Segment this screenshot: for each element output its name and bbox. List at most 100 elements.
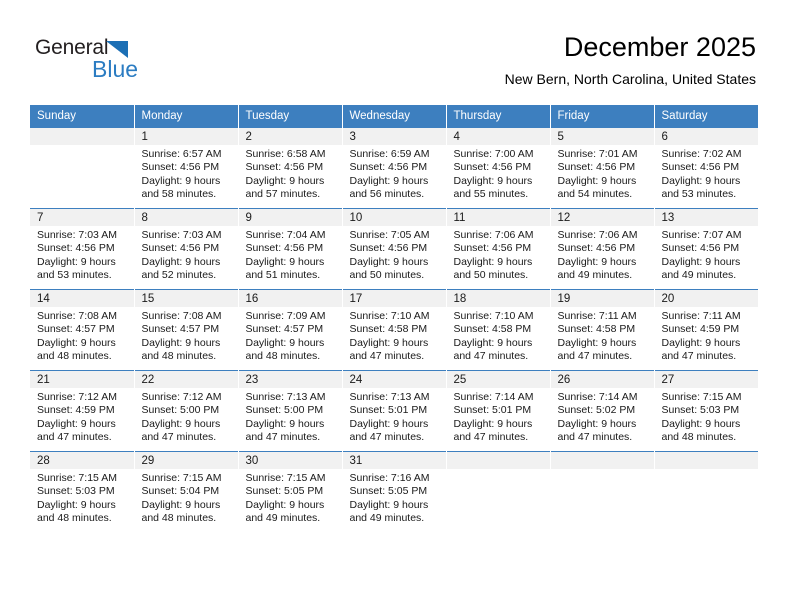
calendar-day-cell[interactable]: 27 Sunrise: 7:15 AM Sunset: 5:03 PM Dayligh… (654, 370, 759, 452)
day-number: 18 (446, 290, 550, 307)
calendar-day-cell[interactable]: 16 Sunrise: 7:09 AM Sunset: 4:57 PM Dayligh… (238, 289, 343, 371)
daylight-duration: Daylight: 9 hours (661, 255, 741, 268)
sunrise-time: Sunrise: 7:13 AM (245, 391, 326, 403)
day-details (551, 469, 654, 472)
sunset-time: Sunset: 4:56 PM (661, 161, 740, 174)
sunrise-time: Sunrise: 7:06 AM (557, 229, 638, 241)
calendar-day-cell[interactable]: 4 Sunrise: 7:00 AM Sunset: 4:56 PM Daylight… (446, 127, 551, 209)
sunrise-time: Sunrise: 7:12 AM (141, 391, 222, 403)
calendar-cell-inner (446, 452, 550, 532)
day-details: Sunrise: 7:02 AM Sunset: 4:56 PM Daylight:… (655, 145, 759, 202)
day-number: 28 (30, 452, 134, 469)
calendar-day-cell[interactable]: 23 Sunrise: 7:13 AM Sunset: 5:00 PM Dayligh… (238, 370, 343, 452)
calendar-cell-inner: 16 Sunrise: 7:09 AM Sunset: 4:57 PM Dayligh… (238, 290, 342, 370)
day-number: 22 (134, 371, 238, 388)
sunset-time: Sunset: 4:56 PM (557, 242, 636, 255)
calendar-cell-inner: 18 Sunrise: 7:10 AM Sunset: 4:58 PM Dayligh… (446, 290, 550, 370)
sunset-time: Sunset: 4:57 PM (245, 323, 324, 336)
calendar-day-cell[interactable]: 20 Sunrise: 7:11 AM Sunset: 4:59 PM Dayligh… (654, 289, 758, 371)
daylight-duration: Daylight: 9 hours (245, 255, 325, 268)
calendar-day-cell[interactable]: 12 Sunrise: 7:06 AM Sunset: 4:56 PM Dayligh… (550, 208, 655, 290)
day-number: 30 (238, 452, 342, 469)
calendar-day-cell[interactable]: 8 Sunrise: 7:03 AM Sunset: 4:56 PM Daylight… (134, 208, 239, 290)
calendar-day-cell[interactable]: 2 Sunrise: 6:58 AM Sunset: 4:56 PM Daylight… (238, 127, 343, 209)
calendar-day-cell[interactable]: 28 Sunrise: 7:15 AM Sunset: 5:03 PM Dayligh… (30, 451, 135, 532)
day-number: 3 (342, 128, 446, 145)
day-details: Sunrise: 7:15 AM Sunset: 5:03 PM Daylight:… (655, 388, 759, 445)
calendar-header-row: Sunday Monday Tuesday Wednesday Thursday… (30, 105, 758, 128)
sunrise-time: Sunrise: 7:15 AM (245, 472, 326, 484)
day-number: 24 (342, 371, 446, 388)
daylight-duration: Daylight: 9 hours (661, 174, 741, 187)
calendar-cell-inner: 3 Sunrise: 6:59 AM Sunset: 4:56 PM Daylight… (342, 128, 446, 208)
calendar-day-cell[interactable]: 22 Sunrise: 7:12 AM Sunset: 5:00 PM Dayligh… (134, 370, 239, 452)
daylight-duration: Daylight: 9 hours (349, 255, 429, 268)
calendar-day-cell[interactable]: 26 Sunrise: 7:14 AM Sunset: 5:02 PM Dayligh… (550, 370, 655, 452)
sunset-time: Sunset: 5:05 PM (349, 485, 428, 498)
sunset-time: Sunset: 5:04 PM (141, 485, 220, 498)
daylight-duration-cont: and 58 minutes. (141, 188, 217, 201)
day-number: 9 (238, 209, 342, 226)
calendar-cell-inner: 19 Sunrise: 7:11 AM Sunset: 4:58 PM Dayligh… (550, 290, 654, 370)
daylight-duration-cont: and 49 minutes. (245, 512, 321, 525)
daylight-duration: Daylight: 9 hours (141, 174, 221, 187)
sunrise-time: Sunrise: 7:03 AM (37, 229, 117, 241)
sunrise-time: Sunrise: 7:08 AM (141, 310, 222, 322)
sunrise-time: Sunrise: 6:57 AM (141, 148, 222, 160)
calendar-day-cell[interactable]: 25 Sunrise: 7:14 AM Sunset: 5:01 PM Dayligh… (446, 370, 551, 452)
sunrise-time: Sunrise: 7:04 AM (245, 229, 326, 241)
calendar-cell-inner: 1 Sunrise: 6:57 AM Sunset: 4:56 PM Daylight… (134, 128, 238, 208)
calendar-day-cell[interactable]: 10 Sunrise: 7:05 AM Sunset: 4:56 PM Dayligh… (342, 208, 447, 290)
calendar-day-cell[interactable]: 19 Sunrise: 7:11 AM Sunset: 4:58 PM Dayligh… (550, 289, 655, 371)
daylight-duration: Daylight: 9 hours (349, 498, 429, 511)
sunset-time: Sunset: 5:05 PM (245, 485, 324, 498)
day-number: 2 (238, 128, 342, 145)
sunrise-time: Sunrise: 7:13 AM (349, 391, 430, 403)
calendar-day-cell[interactable]: 29 Sunrise: 7:15 AM Sunset: 5:04 PM Dayligh… (134, 451, 239, 532)
sunset-time: Sunset: 5:03 PM (661, 404, 740, 417)
sunset-time: Sunset: 4:59 PM (661, 323, 740, 336)
daylight-duration: Daylight: 9 hours (349, 174, 429, 187)
day-number: 23 (238, 371, 342, 388)
calendar-day-cell[interactable]: 1 Sunrise: 6:57 AM Sunset: 4:56 PM Daylight… (134, 127, 239, 209)
calendar-day-cell[interactable]: 21 Sunrise: 7:12 AM Sunset: 4:59 PM Dayligh… (30, 370, 135, 452)
sunset-time: Sunset: 4:56 PM (141, 161, 220, 174)
calendar-day-cell[interactable]: 3 Sunrise: 6:59 AM Sunset: 4:56 PM Daylight… (342, 127, 447, 209)
daylight-duration: Daylight: 9 hours (245, 417, 325, 430)
calendar-day-cell[interactable]: 9 Sunrise: 7:04 AM Sunset: 4:56 PM Daylight… (238, 208, 343, 290)
calendar-day-cell[interactable]: 11 Sunrise: 7:06 AM Sunset: 4:56 PM Dayligh… (446, 208, 551, 290)
generalblue-logo[interactable]: General Blue (35, 36, 195, 84)
calendar-day-cell[interactable]: 15 Sunrise: 7:08 AM Sunset: 4:57 PM Dayligh… (134, 289, 239, 371)
daylight-duration-cont: and 50 minutes. (453, 269, 529, 282)
calendar-day-cell[interactable]: 24 Sunrise: 7:13 AM Sunset: 5:01 PM Dayligh… (342, 370, 447, 452)
day-number: 15 (134, 290, 238, 307)
daylight-duration: Daylight: 9 hours (141, 255, 221, 268)
calendar-cell-inner: 20 Sunrise: 7:11 AM Sunset: 4:59 PM Dayligh… (654, 290, 758, 370)
day-details: Sunrise: 7:10 AM Sunset: 4:58 PM Daylight:… (447, 307, 550, 364)
page-title: December 2025 (563, 32, 756, 62)
daylight-duration: Daylight: 9 hours (141, 417, 221, 430)
page-subtitle: New Bern, North Carolina, United States (504, 71, 756, 87)
calendar-day-cell[interactable]: 14 Sunrise: 7:08 AM Sunset: 4:57 PM Dayligh… (30, 289, 135, 371)
calendar-cell-inner: 15 Sunrise: 7:08 AM Sunset: 4:57 PM Dayligh… (134, 290, 238, 370)
calendar-day-cell[interactable]: 18 Sunrise: 7:10 AM Sunset: 4:58 PM Dayligh… (446, 289, 551, 371)
calendar-day-cell[interactable]: 17 Sunrise: 7:10 AM Sunset: 4:58 PM Dayligh… (342, 289, 447, 371)
calendar-day-cell[interactable]: 7 Sunrise: 7:03 AM Sunset: 4:56 PM Daylight… (30, 208, 135, 290)
calendar-cell-inner: 17 Sunrise: 7:10 AM Sunset: 4:58 PM Dayligh… (342, 290, 446, 370)
calendar-day-cell[interactable]: 6 Sunrise: 7:02 AM Sunset: 4:56 PM Daylight… (654, 127, 759, 209)
day-details: Sunrise: 7:11 AM Sunset: 4:58 PM Daylight:… (551, 307, 654, 364)
daylight-duration-cont: and 47 minutes. (661, 350, 737, 363)
day-number: 17 (342, 290, 446, 307)
daylight-duration-cont: and 47 minutes. (453, 431, 529, 444)
calendar-day-cell[interactable]: 31 Sunrise: 7:16 AM Sunset: 5:05 PM Dayligh… (342, 451, 447, 532)
sunrise-time: Sunrise: 7:16 AM (349, 472, 430, 484)
daylight-duration: Daylight: 9 hours (453, 417, 533, 430)
daylight-duration: Daylight: 9 hours (141, 498, 221, 511)
daylight-duration: Daylight: 9 hours (557, 255, 637, 268)
calendar-day-cell[interactable]: 30 Sunrise: 7:15 AM Sunset: 5:05 PM Dayligh… (238, 451, 343, 532)
calendar-day-cell[interactable]: 5 Sunrise: 7:01 AM Sunset: 4:56 PM Daylight… (550, 127, 655, 209)
daylight-duration: Daylight: 9 hours (245, 498, 325, 511)
calendar-cell-inner: 8 Sunrise: 7:03 AM Sunset: 4:56 PM Daylight… (134, 209, 238, 289)
calendar-day-cell[interactable]: 13 Sunrise: 7:07 AM Sunset: 4:56 PM Dayligh… (654, 208, 758, 290)
calendar-cell-inner (654, 452, 758, 532)
